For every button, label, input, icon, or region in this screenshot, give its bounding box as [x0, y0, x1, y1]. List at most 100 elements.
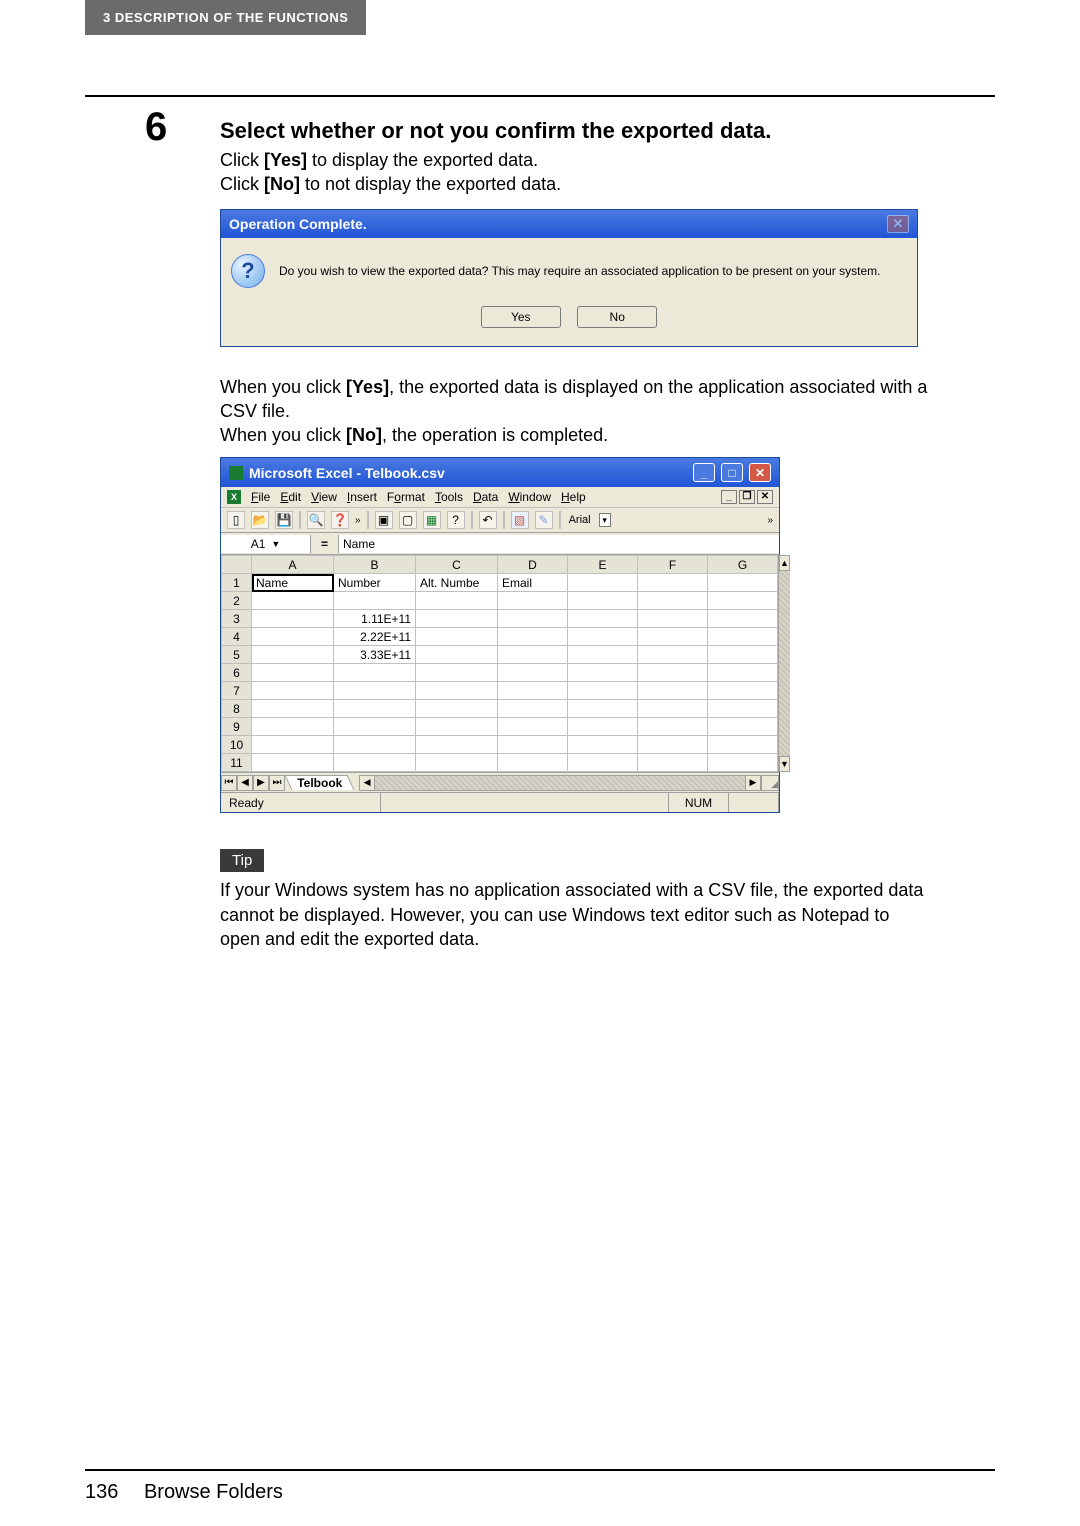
help-icon[interactable]: ? [447, 511, 465, 529]
cell[interactable] [252, 736, 334, 754]
table-row[interactable]: 6 [222, 664, 778, 682]
cell[interactable] [334, 682, 416, 700]
menu-bar[interactable]: X File Edit View Insert Format Tools Dat… [221, 487, 779, 508]
cell[interactable] [252, 682, 334, 700]
col-header[interactable]: E [568, 556, 638, 574]
cell[interactable] [252, 700, 334, 718]
cell[interactable] [568, 736, 638, 754]
resize-handle-icon[interactable]: ◢ [761, 775, 779, 791]
cell[interactable] [252, 664, 334, 682]
help-arrow-icon[interactable]: ❓ [331, 511, 349, 529]
col-header[interactable]: G [708, 556, 778, 574]
open-icon[interactable]: 📂 [251, 511, 269, 529]
menu-data[interactable]: Data [473, 490, 498, 504]
cell[interactable] [334, 718, 416, 736]
cell[interactable] [708, 628, 778, 646]
col-header[interactable]: B [334, 556, 416, 574]
cell[interactable] [252, 592, 334, 610]
cell[interactable]: Name [252, 574, 334, 592]
workbook-close-icon[interactable]: ✕ [757, 490, 773, 504]
cell[interactable] [638, 736, 708, 754]
name-box[interactable]: A1 ▼ [221, 535, 311, 553]
cell[interactable] [638, 574, 708, 592]
save-icon[interactable]: 💾 [275, 511, 293, 529]
minimize-icon[interactable]: _ [693, 463, 715, 482]
table-row[interactable]: 1 Name Number Alt. Numbe Email [222, 574, 778, 592]
cell[interactable] [498, 682, 568, 700]
col-header[interactable]: F [638, 556, 708, 574]
col-header[interactable]: D [498, 556, 568, 574]
cell[interactable] [416, 646, 498, 664]
cell[interactable] [252, 628, 334, 646]
last-sheet-icon[interactable]: ⏭ [269, 775, 285, 791]
cell[interactable] [252, 754, 334, 772]
print-preview-icon[interactable]: 🔍 [307, 511, 325, 529]
toolbar-overflow-icon[interactable]: » [355, 515, 361, 526]
copy-icon[interactable]: ▣ [375, 511, 393, 529]
menu-window[interactable]: Window [508, 490, 551, 504]
cell[interactable] [416, 682, 498, 700]
prev-sheet-icon[interactable]: ◀ [237, 775, 253, 791]
next-sheet-icon[interactable]: ▶ [253, 775, 269, 791]
cell[interactable] [498, 736, 568, 754]
yes-button[interactable]: Yes [481, 306, 561, 328]
row-header[interactable]: 3 [222, 610, 252, 628]
cell[interactable] [252, 610, 334, 628]
cell[interactable] [334, 664, 416, 682]
row-header[interactable]: 7 [222, 682, 252, 700]
cell[interactable] [708, 736, 778, 754]
cell[interactable] [708, 718, 778, 736]
maximize-icon[interactable]: □ [721, 463, 743, 482]
sheet-tab[interactable]: Telbook [285, 775, 355, 790]
cell[interactable] [252, 718, 334, 736]
col-header[interactable]: C [416, 556, 498, 574]
cell[interactable] [568, 610, 638, 628]
menu-view[interactable]: View [311, 490, 337, 504]
cell[interactable] [568, 754, 638, 772]
cell[interactable] [416, 610, 498, 628]
scroll-down-icon[interactable]: ▼ [779, 756, 790, 772]
draw-icon[interactable]: ✎ [535, 511, 553, 529]
cell[interactable] [638, 718, 708, 736]
cell[interactable]: Email [498, 574, 568, 592]
cell[interactable] [334, 754, 416, 772]
cell[interactable] [416, 754, 498, 772]
menu-file[interactable]: File [251, 490, 270, 504]
cell[interactable]: 2.22E+11 [334, 628, 416, 646]
cell[interactable] [638, 610, 708, 628]
chevron-down-icon[interactable]: ▼ [271, 539, 280, 549]
cell[interactable] [498, 628, 568, 646]
cell[interactable] [708, 646, 778, 664]
vertical-scrollbar[interactable]: ▲ ▼ [778, 555, 790, 772]
cell[interactable] [568, 718, 638, 736]
table-row[interactable]: 31.11E+11 [222, 610, 778, 628]
cell[interactable]: 3.33E+11 [334, 646, 416, 664]
cell[interactable] [568, 628, 638, 646]
col-header[interactable]: A [252, 556, 334, 574]
row-header[interactable]: 11 [222, 754, 252, 772]
table-row[interactable]: 8 [222, 700, 778, 718]
menu-format[interactable]: Format [387, 490, 425, 504]
cell[interactable] [708, 592, 778, 610]
cell[interactable] [708, 610, 778, 628]
cell[interactable] [568, 592, 638, 610]
table-row[interactable]: 53.33E+11 [222, 646, 778, 664]
spreadsheet-grid[interactable]: A B C D E F G 1 Name Numbe [221, 555, 778, 772]
cell[interactable] [638, 646, 708, 664]
new-icon[interactable]: ▯ [227, 511, 245, 529]
cell[interactable] [498, 700, 568, 718]
chart-icon[interactable]: ▧ [511, 511, 529, 529]
cell[interactable] [498, 592, 568, 610]
tab-nav[interactable]: ⏮ ◀ ▶ ⏭ [221, 775, 285, 791]
cell[interactable] [334, 700, 416, 718]
cell[interactable] [638, 682, 708, 700]
close-icon[interactable]: ✕ [887, 215, 909, 233]
menu-tools[interactable]: Tools [435, 490, 463, 504]
row-header[interactable]: 4 [222, 628, 252, 646]
row-header[interactable]: 2 [222, 592, 252, 610]
cell[interactable]: Alt. Numbe [416, 574, 498, 592]
cell[interactable] [334, 592, 416, 610]
cell[interactable] [416, 700, 498, 718]
cell[interactable] [568, 682, 638, 700]
horizontal-scrollbar[interactable]: ◀ ▶ [359, 775, 761, 791]
